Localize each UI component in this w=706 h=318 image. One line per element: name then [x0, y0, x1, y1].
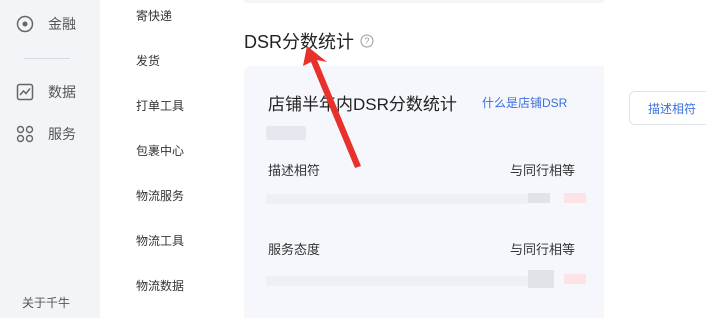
- subnav-item-logistics-service[interactable]: 物流服务: [136, 187, 184, 204]
- score-bar-service: [266, 276, 528, 286]
- rail-item-service[interactable]: 服务: [16, 124, 76, 144]
- row-compare-service: 与同行相等: [510, 242, 576, 257]
- previous-section-edge: [244, 0, 706, 6]
- subnav-item-print-tool[interactable]: 打单工具: [136, 97, 184, 114]
- score-swatch: [564, 193, 586, 203]
- subnav-item-package-center[interactable]: 包裹中心: [136, 142, 184, 159]
- grid-circles-icon: [16, 125, 34, 143]
- circle-dot-icon: [16, 15, 34, 33]
- score-swatch: [528, 270, 554, 288]
- tab-description-match[interactable]: 描述相符: [629, 91, 706, 125]
- section-title-text: DSR分数统计: [244, 32, 355, 52]
- rail-item-label: 服务: [48, 126, 76, 142]
- subnav-item-send-express[interactable]: 寄快递: [136, 7, 172, 24]
- rail-item-data[interactable]: 数据: [16, 82, 76, 102]
- what-is-dsr-link[interactable]: 什么是店铺DSR: [482, 94, 567, 111]
- subnav-item-logistics-tool[interactable]: 物流工具: [136, 232, 184, 249]
- subnav-item-ship[interactable]: 发货: [136, 52, 160, 69]
- section-title: DSR分数统计 ?: [244, 28, 374, 54]
- rail-item-label: 数据: [48, 84, 76, 100]
- chart-line-icon: [16, 83, 34, 101]
- question-circle-icon[interactable]: ?: [360, 34, 374, 48]
- dsr-summary-card: 店铺半年内DSR分数统计 什么是店铺DSR 描述相符 与同行相等 服务态度 与同…: [244, 66, 604, 318]
- svg-text:?: ?: [365, 36, 370, 46]
- subnav-item-logistics-data[interactable]: 物流数据: [136, 277, 184, 294]
- sub-navigation: 寄快递 发货 打单工具 包裹中心 物流服务 物流工具 物流数据: [100, 0, 210, 318]
- card-title: 店铺半年内DSR分数统计: [268, 95, 457, 114]
- rail-item-label: 金融: [48, 16, 76, 32]
- score-bar-description: [266, 194, 528, 204]
- left-rail: 金融 数据 服务 关于千牛: [0, 0, 100, 318]
- score-swatch: [528, 193, 550, 203]
- row-compare-description: 与同行相等: [510, 163, 576, 178]
- score-swatch: [564, 274, 586, 284]
- rail-item-finance[interactable]: 金融: [16, 14, 76, 34]
- rail-divider: [24, 58, 70, 59]
- row-label-service: 服务态度: [268, 242, 321, 257]
- rail-footer-about[interactable]: 关于千牛: [22, 294, 70, 311]
- row-label-description: 描述相符: [268, 163, 321, 178]
- redacted-value: [266, 126, 306, 140]
